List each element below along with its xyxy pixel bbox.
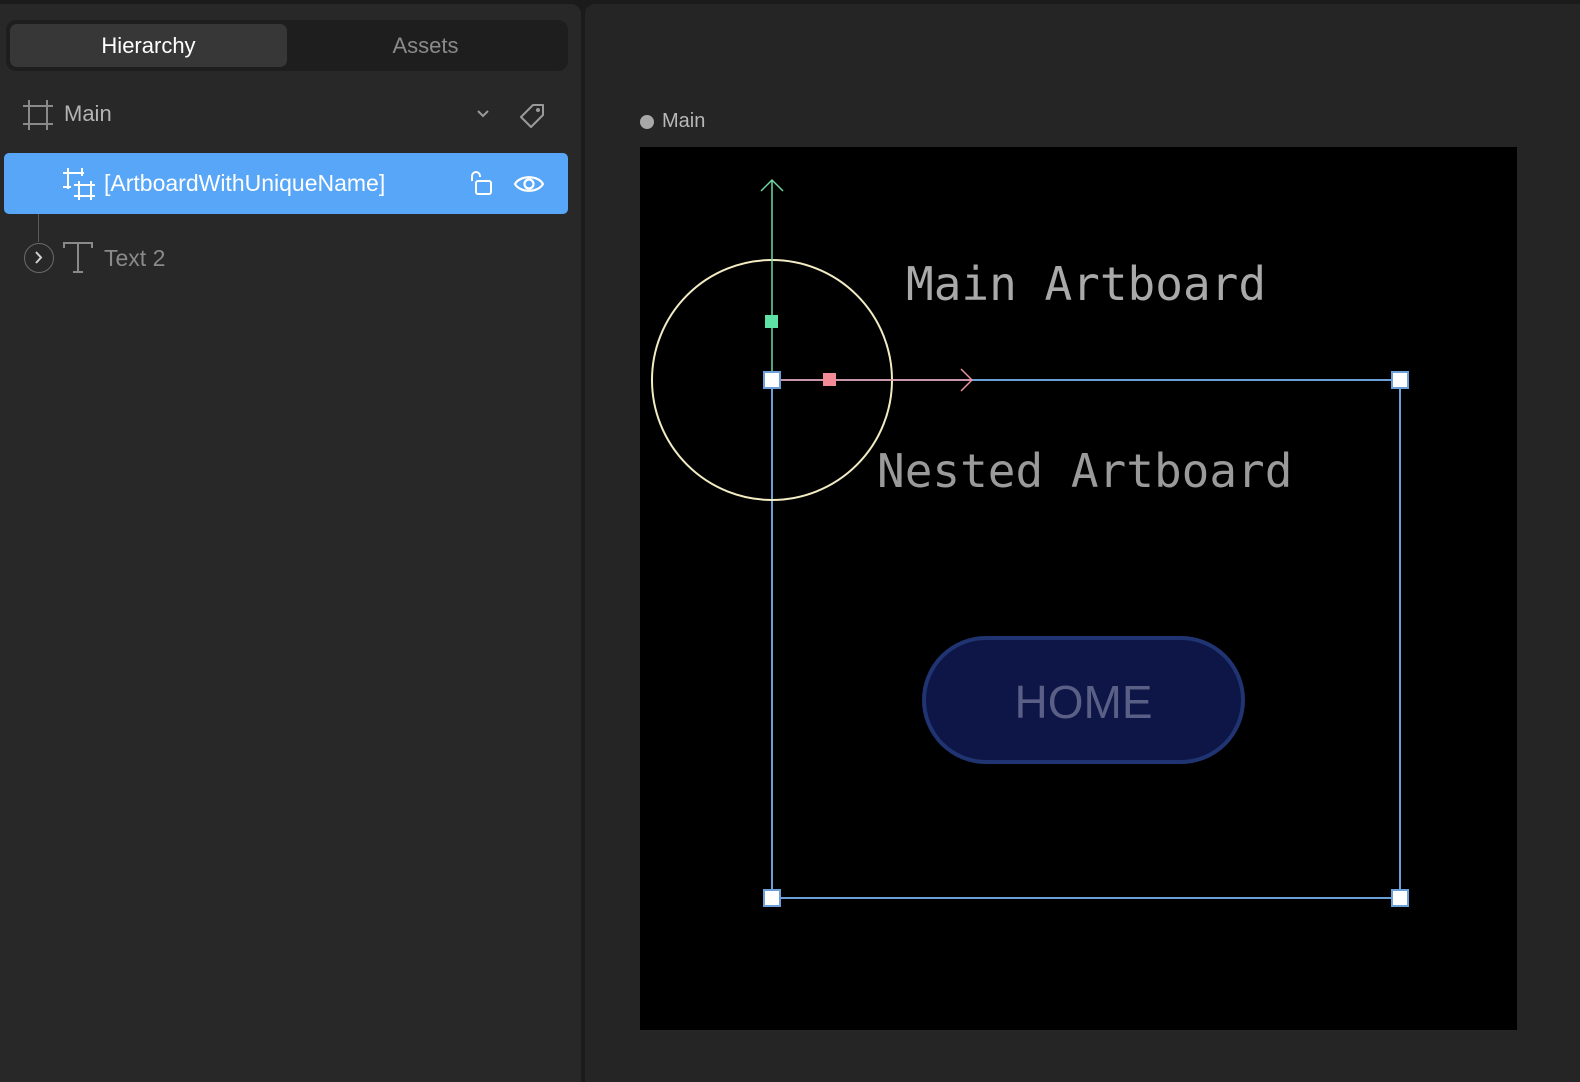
tree-item-main[interactable]: Main (0, 84, 581, 144)
frame-icon (23, 100, 53, 130)
chevron-down-icon[interactable] (476, 108, 490, 120)
home-button-label: HOME (1015, 676, 1153, 728)
tab-hierarchy[interactable]: Hierarchy (10, 24, 287, 67)
tree-item-label: Main (64, 101, 112, 126)
tag-icon[interactable] (518, 102, 546, 130)
tree-item-label: [ArtboardWithUniqueName] (104, 170, 386, 196)
tree-item-text[interactable]: Text 2 (0, 228, 581, 288)
artboard-title[interactable]: Main (640, 110, 705, 133)
chevron-right-icon (35, 251, 43, 264)
tree-item-nested-artboard[interactable]: [ArtboardWithUniqueName] (4, 153, 568, 214)
artboard-name: Main (662, 110, 706, 132)
main-artboard[interactable] (640, 147, 1517, 1030)
text-icon (63, 242, 93, 273)
home-button[interactable]: HOME (922, 636, 1245, 764)
nested-artboard-icon (63, 168, 95, 200)
hierarchy-panel: Hierarchy Assets Main [ArtboardWithUniqu… (0, 4, 581, 1082)
artboard-dot-icon (640, 114, 654, 129)
expand-toggle[interactable] (24, 243, 54, 273)
canvas-area[interactable]: Main (585, 4, 1580, 1082)
panel-tabbar: Hierarchy Assets (6, 20, 568, 71)
app-root: Hierarchy Assets Main [ArtboardWithUniqu… (0, 0, 1580, 1082)
tree-item-label: Text 2 (104, 245, 166, 271)
eye-icon[interactable] (513, 171, 545, 197)
unlock-icon[interactable] (466, 169, 494, 197)
tab-assets[interactable]: Assets (287, 24, 564, 67)
